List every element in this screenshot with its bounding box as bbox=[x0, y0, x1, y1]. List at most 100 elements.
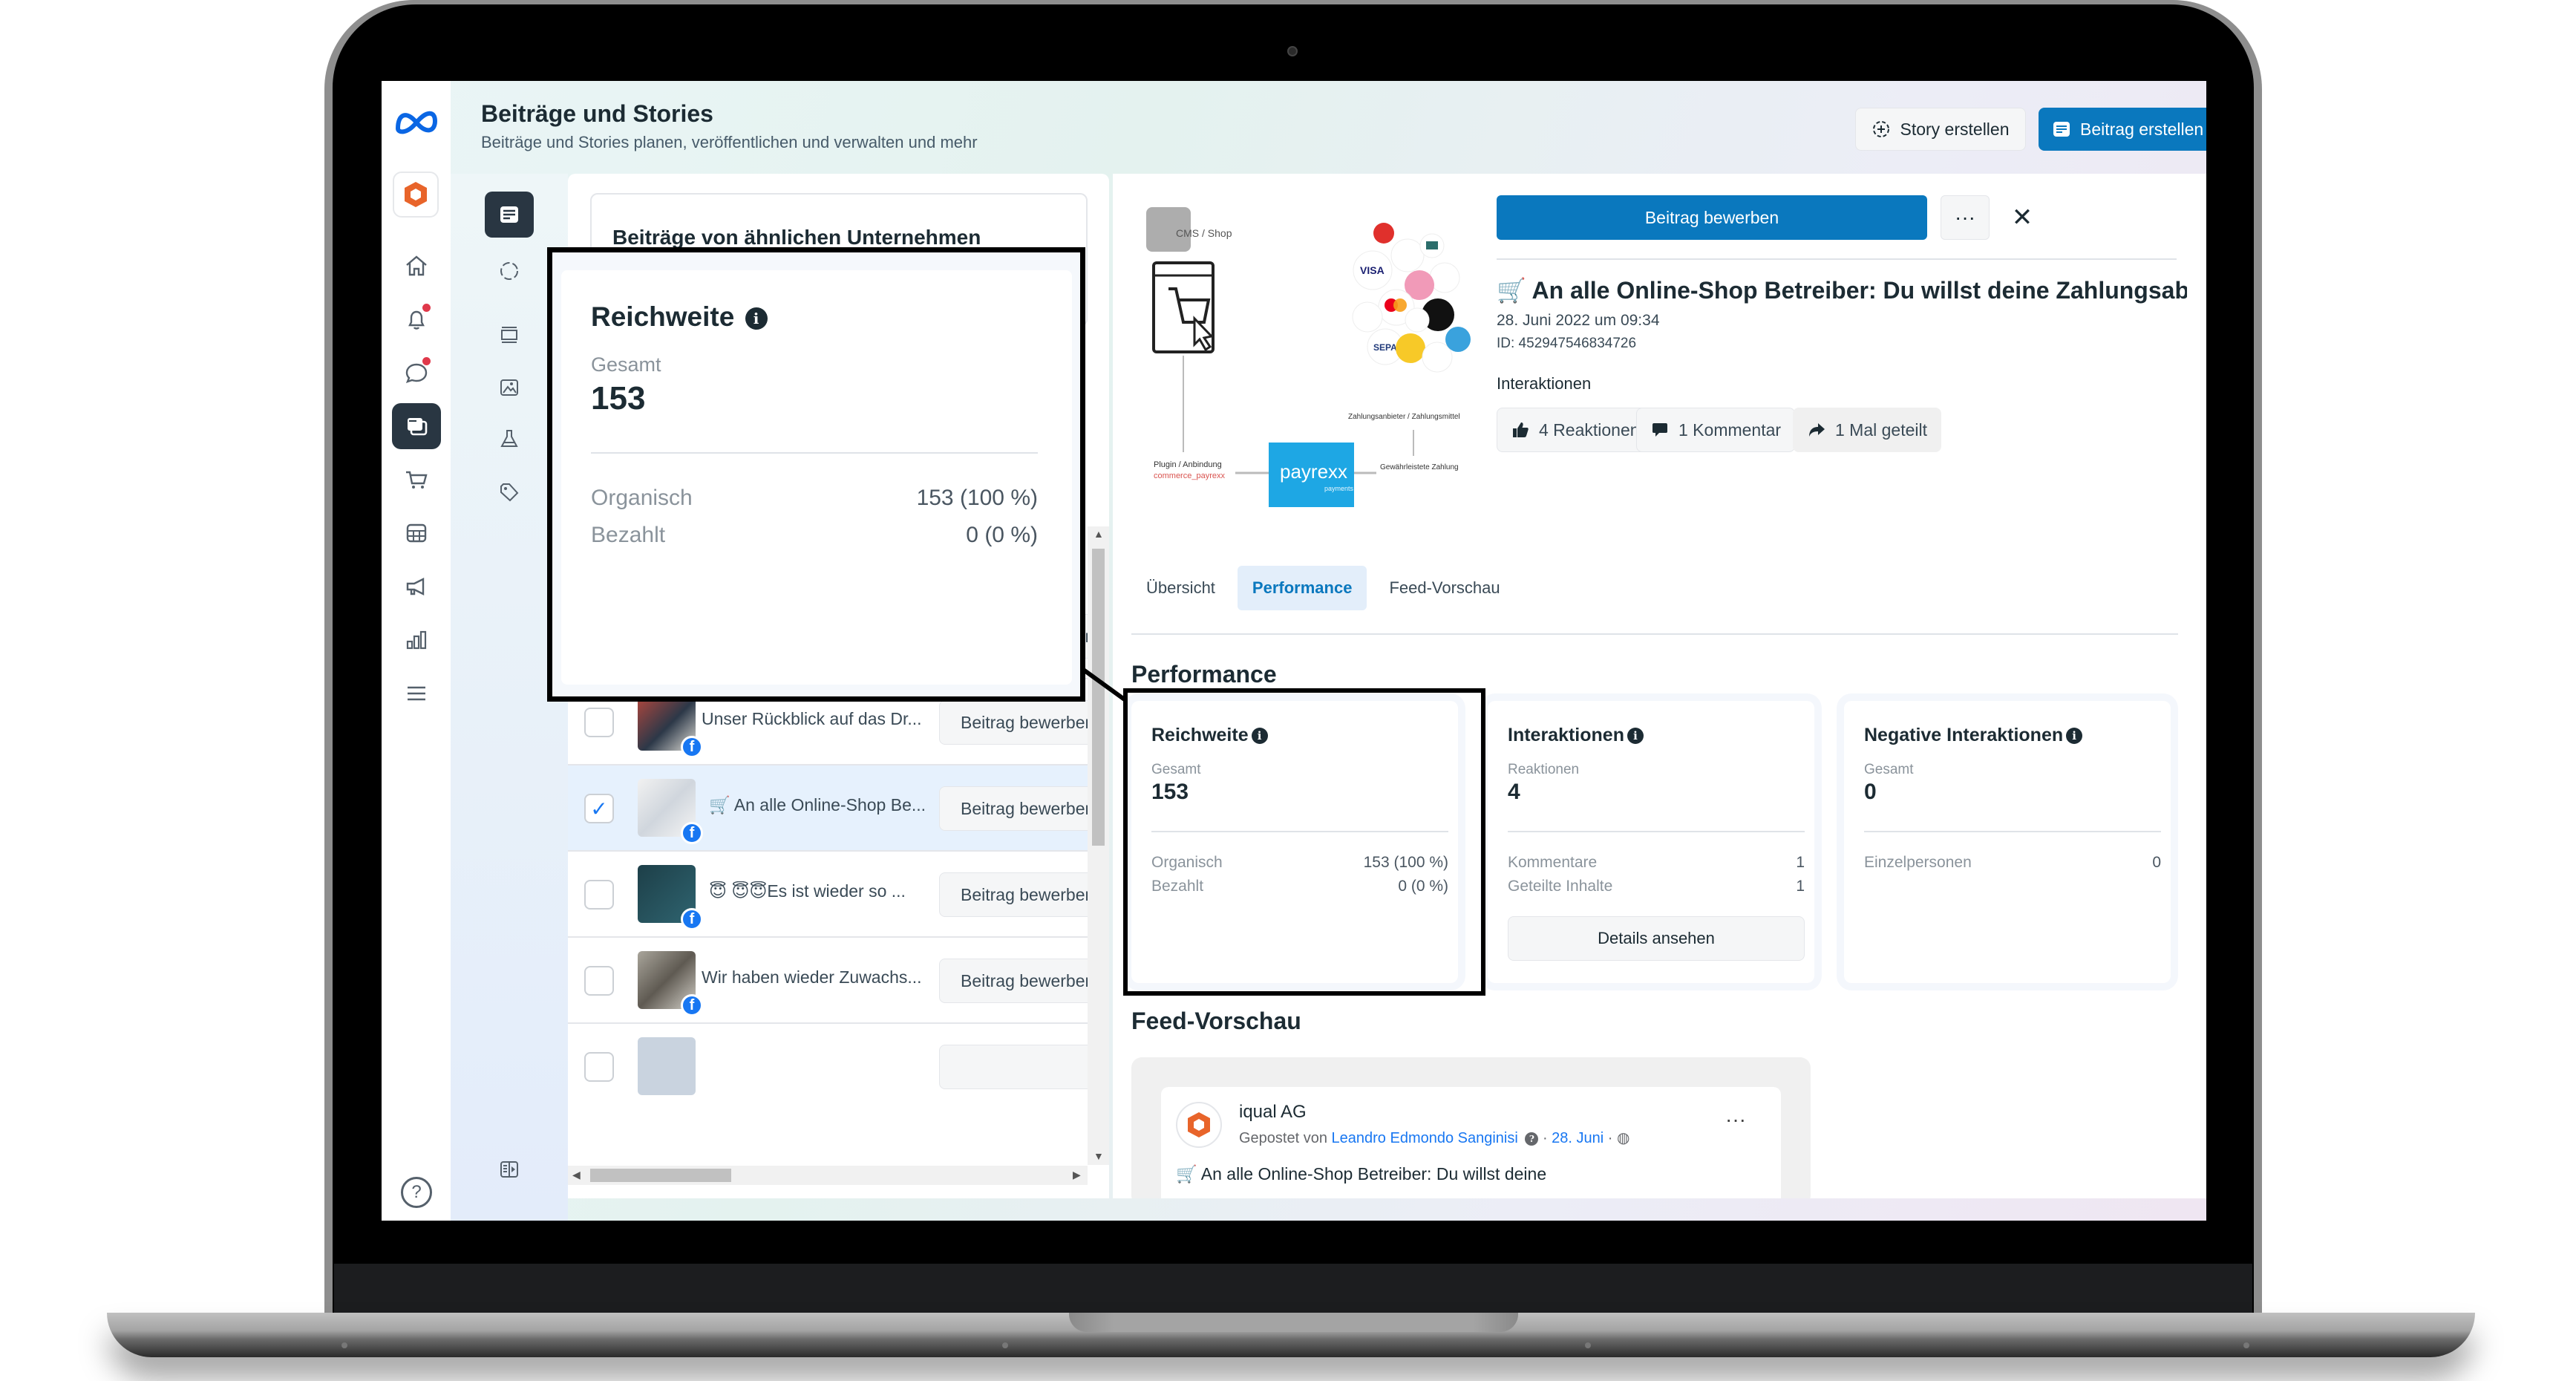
interactions-title: Interaktionen i bbox=[1508, 725, 1644, 746]
tab-overview[interactable]: Übersicht bbox=[1131, 566, 1230, 610]
interactions-sub-label: Reaktionen bbox=[1508, 762, 1580, 777]
create-story-button[interactable]: Story erstellen bbox=[1855, 108, 2026, 151]
nav-inbox[interactable] bbox=[392, 350, 441, 396]
info-icon[interactable]: i bbox=[745, 307, 768, 330]
shares-row: Geteilte Inhalte 1 bbox=[1508, 878, 1805, 895]
home-icon bbox=[406, 255, 427, 276]
negative-interactions-title: Negative Interaktionen i bbox=[1864, 725, 2083, 746]
promote-post-button[interactable]: Beitrag bewerben bbox=[939, 959, 1102, 1003]
row-checkbox-checked[interactable]: ✓ bbox=[584, 794, 614, 823]
subnav-posts[interactable] bbox=[485, 192, 534, 238]
info-icon[interactable]: i bbox=[1627, 728, 1644, 745]
svg-text:SEPA: SEPA bbox=[1373, 342, 1397, 353]
question-icon[interactable]: ? bbox=[1525, 1132, 1539, 1146]
page-avatar[interactable] bbox=[1176, 1102, 1222, 1148]
post-preview-image[interactable]: CMS / Shop Plugin / Anbindung commerce_p… bbox=[1131, 192, 1480, 512]
tab-feed-preview[interactable]: Feed-Vorschau bbox=[1374, 566, 1514, 610]
promote-post-button[interactable]: Beitrag bewerben bbox=[939, 872, 1102, 917]
business-logo[interactable] bbox=[393, 172, 439, 218]
subnav-reels[interactable] bbox=[485, 312, 534, 358]
reactions-chip[interactable]: 4 Reaktionen bbox=[1497, 408, 1654, 452]
post-row[interactable]: f Wir haben wieder Zuwachs... Beitrag be… bbox=[568, 938, 1102, 1024]
info-icon[interactable]: i bbox=[2066, 728, 2083, 745]
subnav-media[interactable] bbox=[485, 364, 534, 410]
promote-post-button[interactable] bbox=[939, 1045, 1102, 1089]
gallery-icon bbox=[500, 379, 518, 396]
subnav-tests[interactable] bbox=[485, 416, 534, 462]
promote-post-button[interactable]: Beitrag bewerben bbox=[939, 700, 1102, 745]
view-details-button[interactable]: Details ansehen bbox=[1508, 916, 1805, 961]
thumbs-up-icon bbox=[1513, 422, 1529, 437]
more-options-button[interactable]: ··· bbox=[1941, 195, 1990, 240]
negative-total-label: Gesamt bbox=[1864, 762, 1914, 777]
hexagon-logo-icon bbox=[405, 182, 427, 207]
panel-toggle-icon bbox=[500, 1161, 518, 1178]
create-story-label: Story erstellen bbox=[1900, 119, 2010, 139]
callout-total-label: Gesamt bbox=[591, 353, 661, 376]
divider bbox=[591, 452, 1038, 454]
nav-menu[interactable] bbox=[392, 670, 441, 716]
reel-icon bbox=[501, 327, 517, 343]
primary-nav: ? bbox=[382, 81, 451, 1221]
scroll-up-arrow-icon[interactable]: ▲ bbox=[1094, 528, 1104, 540]
row-checkbox[interactable] bbox=[584, 1052, 614, 1082]
divider bbox=[1497, 258, 2177, 260]
vertical-scrollbar[interactable]: ▲ ▼ bbox=[1088, 526, 1109, 1165]
subnav-stories[interactable] bbox=[485, 248, 534, 294]
post-preview-text: Unser Rückblick auf das Dr... bbox=[702, 709, 922, 728]
reach-callout-card: Reichweite i Gesamt 153 Organisch 153 (10… bbox=[561, 270, 1072, 685]
nav-commerce[interactable] bbox=[392, 457, 441, 503]
interactions-metric-card: Interaktionen i Reaktionen 4 Kommentare 1 … bbox=[1488, 701, 1814, 983]
interactions-label: Interaktionen bbox=[1497, 374, 1592, 393]
nav-ads[interactable] bbox=[392, 564, 441, 610]
subnav-collapse[interactable] bbox=[485, 1146, 534, 1192]
help-icon[interactable]: ? bbox=[401, 1177, 432, 1208]
callout-title: Reichweite i bbox=[591, 301, 768, 333]
scroll-right-arrow-icon[interactable]: ▶ bbox=[1073, 1169, 1081, 1181]
post-row-partial[interactable] bbox=[568, 1024, 1102, 1110]
close-icon[interactable]: ✕ bbox=[2004, 195, 2041, 240]
interactions-value: 4 bbox=[1508, 780, 1520, 804]
nav-planner[interactable] bbox=[392, 510, 441, 556]
horizontal-scrollbar[interactable]: ◀ ▶ bbox=[568, 1166, 1088, 1185]
divider bbox=[1508, 831, 1805, 832]
create-post-label: Beitrag erstellen bbox=[2080, 119, 2204, 139]
post-id: ID: 452947546834726 bbox=[1497, 336, 1637, 351]
promote-post-button[interactable]: Beitrag bewerben bbox=[939, 786, 1102, 831]
tag-icon bbox=[500, 483, 519, 502]
detail-tabs: Übersicht Performance Feed-Vorschau bbox=[1131, 566, 1515, 610]
author-link[interactable]: Leandro Edmondo Sanginisi bbox=[1332, 1130, 1518, 1146]
nav-posts[interactable] bbox=[392, 403, 441, 449]
meta-logo-icon[interactable] bbox=[392, 103, 441, 140]
row-checkbox[interactable] bbox=[584, 708, 614, 737]
callout-paid-row: Bezahlt 0 (0 %) bbox=[591, 523, 1038, 547]
scroll-left-arrow-icon[interactable]: ◀ bbox=[572, 1169, 581, 1181]
image-plugin-label: Plugin / Anbindung bbox=[1154, 460, 1222, 469]
subnav-tags[interactable] bbox=[485, 469, 534, 515]
bar-chart-icon bbox=[406, 630, 427, 650]
message-badge bbox=[422, 357, 431, 365]
nav-notifications[interactable] bbox=[392, 296, 441, 342]
post-date: 28. Juni 2022 um 09:34 bbox=[1497, 312, 1660, 329]
promote-post-primary-button[interactable]: Beitrag bewerben bbox=[1497, 195, 1927, 240]
page-name[interactable]: iqual AG bbox=[1239, 1102, 1307, 1123]
comments-count: 1 Kommentar bbox=[1678, 419, 1782, 440]
row-checkbox[interactable] bbox=[584, 880, 614, 910]
create-post-button[interactable]: Beitrag erstellen bbox=[2039, 108, 2206, 151]
scroll-down-arrow-icon[interactable]: ▼ bbox=[1094, 1150, 1104, 1162]
nav-insights[interactable] bbox=[392, 617, 441, 663]
globe-icon: ◍ bbox=[1617, 1130, 1630, 1146]
more-options-icon[interactable]: ··· bbox=[1725, 1108, 1746, 1132]
post-row-selected[interactable]: ✓ f 🛒 An alle Online-Shop Be... Beitrag … bbox=[568, 765, 1102, 852]
scrollbar-thumb[interactable] bbox=[590, 1169, 731, 1182]
payment-provider-bubbles: VISA SEPA bbox=[1352, 223, 1471, 373]
comments-chip[interactable]: 1 Kommentar bbox=[1636, 408, 1796, 452]
webcam bbox=[1287, 46, 1298, 56]
post-date-link[interactable]: 28. Juni bbox=[1552, 1130, 1604, 1146]
post-row[interactable]: f 😇 😇😇Es ist wieder so ... Beitrag bewer… bbox=[568, 852, 1102, 938]
post-preview-text: 😇 😇😇Es ist wieder so ... bbox=[709, 881, 906, 901]
nav-home[interactable] bbox=[392, 243, 441, 289]
tab-performance[interactable]: Performance bbox=[1237, 566, 1367, 610]
shares-chip[interactable]: 1 Mal geteilt bbox=[1793, 408, 1942, 452]
row-checkbox[interactable] bbox=[584, 966, 614, 996]
